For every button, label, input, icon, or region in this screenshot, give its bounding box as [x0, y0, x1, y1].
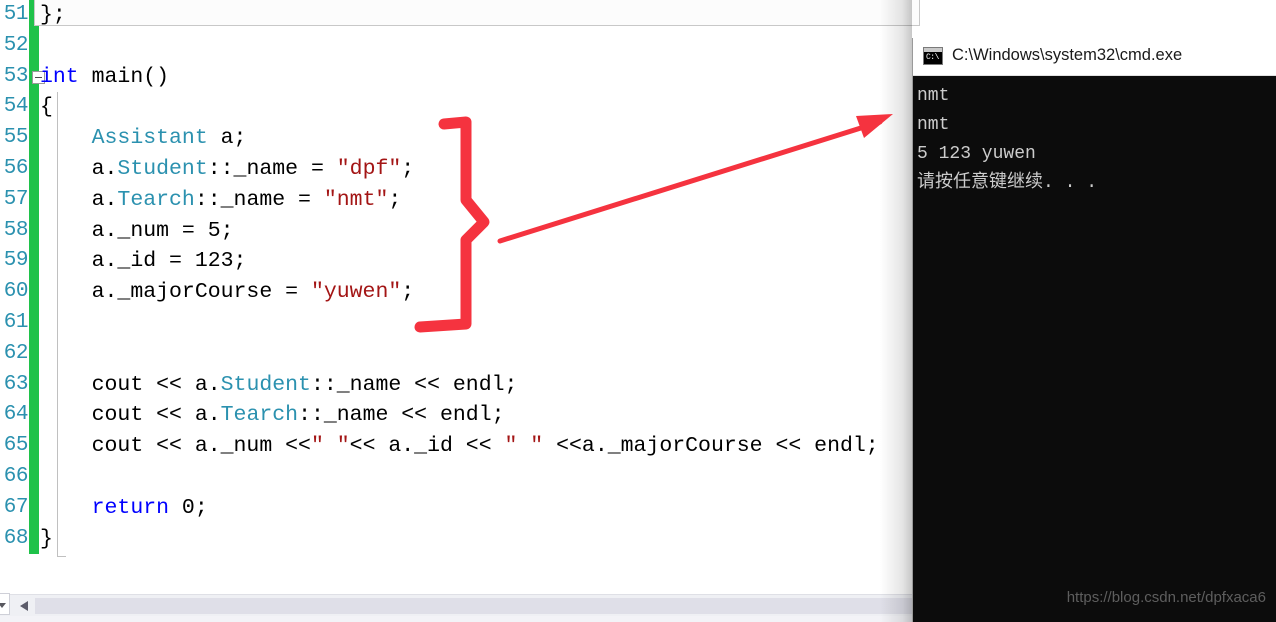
- line-number: 68: [3, 526, 29, 550]
- cmd-icon-text: C:\: [926, 53, 939, 62]
- code-text: Assistant a;: [91, 126, 247, 151]
- code-line[interactable]: 57 a.Tearch::_name = "nmt";: [0, 184, 920, 216]
- change-indicator-bar: [29, 92, 39, 124]
- code-text: }: [40, 526, 53, 551]
- change-indicator-bar: [29, 461, 39, 493]
- code-line[interactable]: 59 a._id = 123;: [0, 246, 920, 278]
- indent-guide-line: [57, 92, 58, 557]
- change-indicator-bar: [29, 277, 39, 308]
- code-line[interactable]: 66: [0, 461, 920, 493]
- code-line[interactable]: 53 int main(): [0, 61, 920, 93]
- code-text: };: [40, 3, 66, 27]
- change-indicator-bar: [29, 369, 39, 401]
- code-line[interactable]: 63 cout << a.Student::_name << endl;: [0, 369, 920, 401]
- code-text: cout << a._num <<" "<< a._id << " " <<a.…: [40, 434, 879, 459]
- line-number: 59: [3, 249, 29, 273]
- console-output-line: 请按任意键继续. . .: [917, 173, 1098, 193]
- watermark-url: https://blog.csdn.net/dpfxaca6: [1066, 589, 1266, 606]
- code-text: a._id = 123;: [40, 249, 247, 274]
- line-number: 53: [3, 64, 29, 88]
- line-number: 57: [3, 187, 29, 211]
- collapsed-block-outline: [34, 0, 920, 26]
- line-number: 54: [3, 95, 29, 119]
- editor-bottom-strip: [0, 616, 912, 622]
- code-line[interactable]: 67 return 0;: [0, 492, 920, 524]
- cmd-exe-icon: C:\: [923, 47, 943, 65]
- triangle-left-icon[interactable]: [16, 597, 33, 615]
- horizontal-scrollbar[interactable]: [0, 593, 920, 617]
- code-line[interactable]: 54 {: [0, 92, 920, 124]
- line-number: 62: [3, 341, 29, 365]
- line-number: 61: [3, 310, 29, 334]
- change-indicator-bar: [29, 30, 39, 62]
- code-text: int main(): [40, 64, 170, 89]
- code-line[interactable]: 52: [0, 30, 920, 62]
- code-line[interactable]: 65 cout << a._num <<" "<< a._id << " " <…: [0, 431, 920, 462]
- line-number: 64: [3, 403, 29, 427]
- code-editor[interactable]: 51}; 52 53 int main() 54{55 Assistant a; 56 a…: [0, 0, 920, 622]
- console-output-area[interactable]: nmt nmt 5 123 yuwen 请按任意键继续. . .: [913, 76, 1276, 198]
- code-line[interactable]: 56 a.Student::_name = "dpf";: [0, 153, 920, 185]
- change-indicator-bar: [29, 246, 39, 278]
- code-text: {: [40, 95, 53, 120]
- line-number: 67: [3, 495, 29, 519]
- code-text: a.Tearch::_name = "nmt";: [40, 187, 402, 212]
- change-indicator-bar: [29, 184, 39, 216]
- code-line[interactable]: 51};: [0, 0, 920, 31]
- change-indicator-bar: [29, 431, 39, 462]
- change-indicator-bar: [29, 338, 39, 370]
- console-output-line: nmt: [917, 115, 950, 135]
- code-line[interactable]: 68}: [0, 523, 920, 555]
- change-indicator-bar: [29, 523, 39, 555]
- code-text: a._num = 5;: [40, 218, 234, 243]
- change-indicator-bar: [29, 123, 39, 154]
- console-title-bar[interactable]: C:\ C:\Windows\system32\cmd.exe: [913, 38, 1276, 76]
- change-indicator-bar: [29, 492, 39, 524]
- line-number: 60: [3, 280, 29, 304]
- code-line[interactable]: 61: [0, 307, 920, 339]
- line-number: 56: [3, 156, 29, 180]
- code-line[interactable]: 55 Assistant a;: [0, 123, 920, 154]
- cmd-console-window[interactable]: C:\ C:\Windows\system32\cmd.exe nmt nmt 5 …: [912, 38, 1276, 622]
- change-indicator-bar: [29, 215, 39, 247]
- indent-guide-foot: [57, 556, 66, 557]
- console-title: C:\Windows\system32\cmd.exe: [952, 46, 1183, 64]
- change-indicator-bar: [29, 153, 39, 185]
- screenshot-root: 51}; 52 53 int main() 54{55 Assistant a; 56 a…: [0, 0, 1276, 622]
- line-number: 55: [3, 126, 29, 150]
- change-indicator-bar: [29, 400, 39, 432]
- console-output-line: 5 123 yuwen: [917, 144, 1036, 164]
- code-text: a.Student::_name = "dpf";: [40, 156, 415, 181]
- scrollbar-track[interactable]: [35, 598, 920, 614]
- line-number: 51: [3, 3, 29, 26]
- line-number: 63: [3, 372, 29, 396]
- console-output-line: nmt: [917, 86, 950, 106]
- code-text: cout << a.Student::_name << endl;: [40, 372, 518, 397]
- code-line[interactable]: 62: [0, 338, 920, 370]
- code-line[interactable]: 60 a._majorCourse = "yuwen";: [0, 277, 920, 308]
- line-number: 65: [3, 434, 29, 458]
- code-lines-container[interactable]: 51}; 52 53 int main() 54{55 Assistant a; 56 a…: [0, 0, 920, 590]
- code-line[interactable]: 58 a._num = 5;: [0, 215, 920, 247]
- code-text: a._majorCourse = "yuwen";: [40, 280, 415, 305]
- line-number: 52: [3, 33, 29, 57]
- code-text: return 0;: [91, 495, 208, 520]
- code-line[interactable]: 64 cout << a.Tearch::_name << endl;: [0, 400, 920, 432]
- line-number: 66: [3, 464, 29, 488]
- code-text: cout << a.Tearch::_name << endl;: [40, 403, 505, 428]
- chevron-down-icon[interactable]: [0, 593, 10, 615]
- line-number: 58: [3, 218, 29, 242]
- change-indicator-bar: [29, 307, 39, 339]
